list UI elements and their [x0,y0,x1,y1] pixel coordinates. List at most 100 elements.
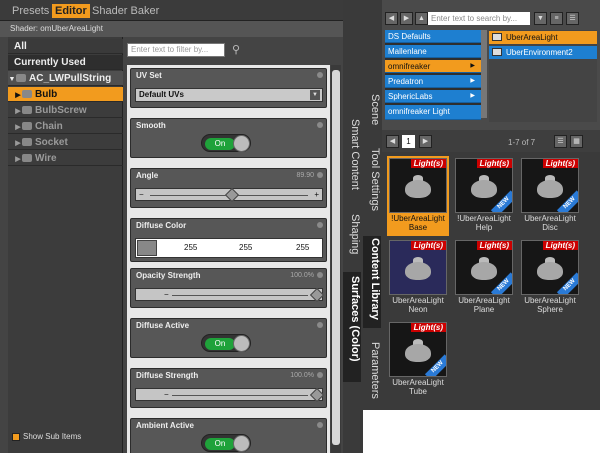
asset-card[interactable]: Light(s) !UberAreaLight Base [387,156,449,236]
asset-card[interactable]: Light(s) NEW UberAreaLight Disc [519,156,581,236]
asset-thumbnail: Light(s) NEW [521,158,579,213]
tab-shader-baker[interactable]: Shader Baker [92,4,159,18]
list-item[interactable]: Mallenlane [385,45,481,58]
slider-knob[interactable] [224,187,240,203]
slider-track [172,295,308,296]
tree-item-label: Bulb [35,89,58,100]
list-item-label: UberEnvironment2 [506,48,573,57]
tab-content-library[interactable]: Content Library [363,236,381,328]
expand-arrow-icon: ▶ [470,78,475,84]
smooth-toggle[interactable]: On [201,134,251,152]
next-page-icon[interactable]: ▶ [419,135,432,148]
list-item[interactable]: UberEnvironment2 [489,46,597,59]
tree-item-bulb[interactable]: ▶ Bulb [8,87,123,102]
collapse-arrow-icon[interactable]: ▼ [8,72,16,87]
tree-item-socket[interactable]: ▶ Socket [8,135,123,150]
property-label: Ambient Active [136,421,194,430]
prev-page-icon[interactable]: ◀ [386,135,399,148]
expand-arrow-icon[interactable]: ▶ [14,104,22,119]
map-button[interactable] [137,240,157,256]
tree-figure[interactable]: ▼ AC_LWPullString [8,71,123,86]
color-red[interactable]: 255 [184,243,197,252]
tab-surfaces[interactable]: Surfaces (Color) [343,272,361,382]
list-item[interactable]: omnifreaker ▶ [385,60,481,73]
filter-input[interactable]: Enter text to filter by... [127,43,225,57]
slider-knob[interactable] [309,287,325,303]
property-scrollbar[interactable] [331,65,341,453]
tab-smart-content[interactable]: Smart Content [343,115,361,207]
diffuse-strength-slider[interactable]: − [135,387,325,403]
property-menu-icon[interactable] [317,172,323,178]
expand-arrow-icon[interactable]: ▶ [14,152,22,167]
list-item[interactable]: Predatron ▶ [385,75,481,88]
database-icon[interactable]: ≡ [550,12,563,25]
teapot-icon [471,262,497,280]
list-item[interactable]: DS Defaults [385,30,481,43]
tab-parameters[interactable]: Parameters [363,340,381,410]
scrollbar-thumb[interactable] [332,70,340,445]
angle-slider[interactable]: − + [135,187,323,203]
expand-arrow-icon[interactable]: ▶ [14,120,22,135]
menu-icon[interactable]: ☰ [566,12,579,25]
tab-scene[interactable]: Scene [363,92,381,132]
list-item[interactable]: SphericLabs ▶ [385,90,481,103]
list-view-icon[interactable]: ☰ [554,135,567,148]
ambient-active-toggle[interactable]: On [201,434,251,452]
property-menu-icon[interactable] [317,72,323,78]
content-search-input[interactable]: Enter text to search by... [428,12,530,25]
content-library-toolbar: ◀ ▶ ▲ Enter text to search by... ▼ ≡ ☰ [382,8,600,28]
tab-tool-settings[interactable]: Tool Settings [363,146,381,218]
property-menu-icon[interactable] [317,422,323,428]
page-number-input[interactable]: 1 [402,135,415,148]
property-menu-icon[interactable] [317,122,323,128]
property-label: Opacity Strength [136,271,201,280]
figure-icon [16,74,26,83]
up-icon[interactable]: ▲ [415,12,428,25]
asset-card[interactable]: Light(s) NEW UberAreaLight Sphere [519,238,581,318]
opacity-slider[interactable]: − [135,287,325,303]
asset-card[interactable]: Light(s) NEW !UberAreaLight Help [453,156,515,236]
property-menu-icon[interactable] [317,372,323,378]
property-smooth: Smooth On [130,118,327,158]
search-options-icon[interactable]: ▼ [534,12,547,25]
color-green[interactable]: 255 [239,243,252,252]
teapot-icon [405,180,431,198]
asset-thumbnail: Light(s) [389,158,447,213]
property-menu-icon[interactable] [317,272,323,278]
tree-all[interactable]: All [8,39,123,54]
page-bar: ◀ 1 ▶ 1-7 of 7 ☰ ▦ [382,130,600,152]
search-icon[interactable]: ⚲ [232,43,244,56]
asset-card[interactable]: Light(s) UberAreaLight Neon [387,238,449,318]
color-blue[interactable]: 255 [296,243,309,252]
list-item[interactable]: UberAreaLight [489,31,597,44]
expand-arrow-icon[interactable]: ▶ [14,136,22,151]
light-badge: Light(s) [476,159,512,168]
expand-arrow-icon[interactable]: ▶ [14,88,22,103]
tree-item-chain[interactable]: ▶ Chain [8,119,123,134]
minus-icon: − [164,390,169,399]
tab-shaping[interactable]: Shaping [343,210,361,268]
asset-card[interactable]: Light(s) NEW UberAreaLight Tube [387,320,449,400]
show-sub-items-checkbox[interactable]: Show Sub Items [12,432,81,441]
diffuse-active-toggle[interactable]: On [201,334,251,352]
forward-icon[interactable]: ▶ [400,12,413,25]
product-list-scrollbar[interactable] [481,30,487,118]
teapot-icon [471,180,497,198]
property-value: 89.90 [296,172,314,179]
property-value: 100.0% [290,372,314,379]
tab-presets[interactable]: Presets [12,4,49,18]
property-diffuse-active: Diffuse Active On [130,318,327,358]
back-icon[interactable]: ◀ [385,12,398,25]
list-item[interactable]: omnifreaker Light [385,105,481,120]
asset-card[interactable]: Light(s) NEW UberAreaLight Plane [453,238,515,318]
tree-item-wire[interactable]: ▶ Wire [8,151,123,166]
tree-item-bulbscrew[interactable]: ▶ BulbScrew [8,103,123,118]
slider-knob[interactable] [309,387,325,403]
property-menu-icon[interactable] [317,322,323,328]
uv-set-dropdown[interactable]: Default UVs ▼ [135,88,323,102]
tree-currently-used[interactable]: Currently Used [8,55,123,70]
property-menu-icon[interactable] [317,222,323,228]
diffuse-color-field[interactable]: 255 255 255 [135,238,323,258]
grid-view-icon[interactable]: ▦ [570,135,583,148]
tab-editor[interactable]: Editor [52,4,90,18]
